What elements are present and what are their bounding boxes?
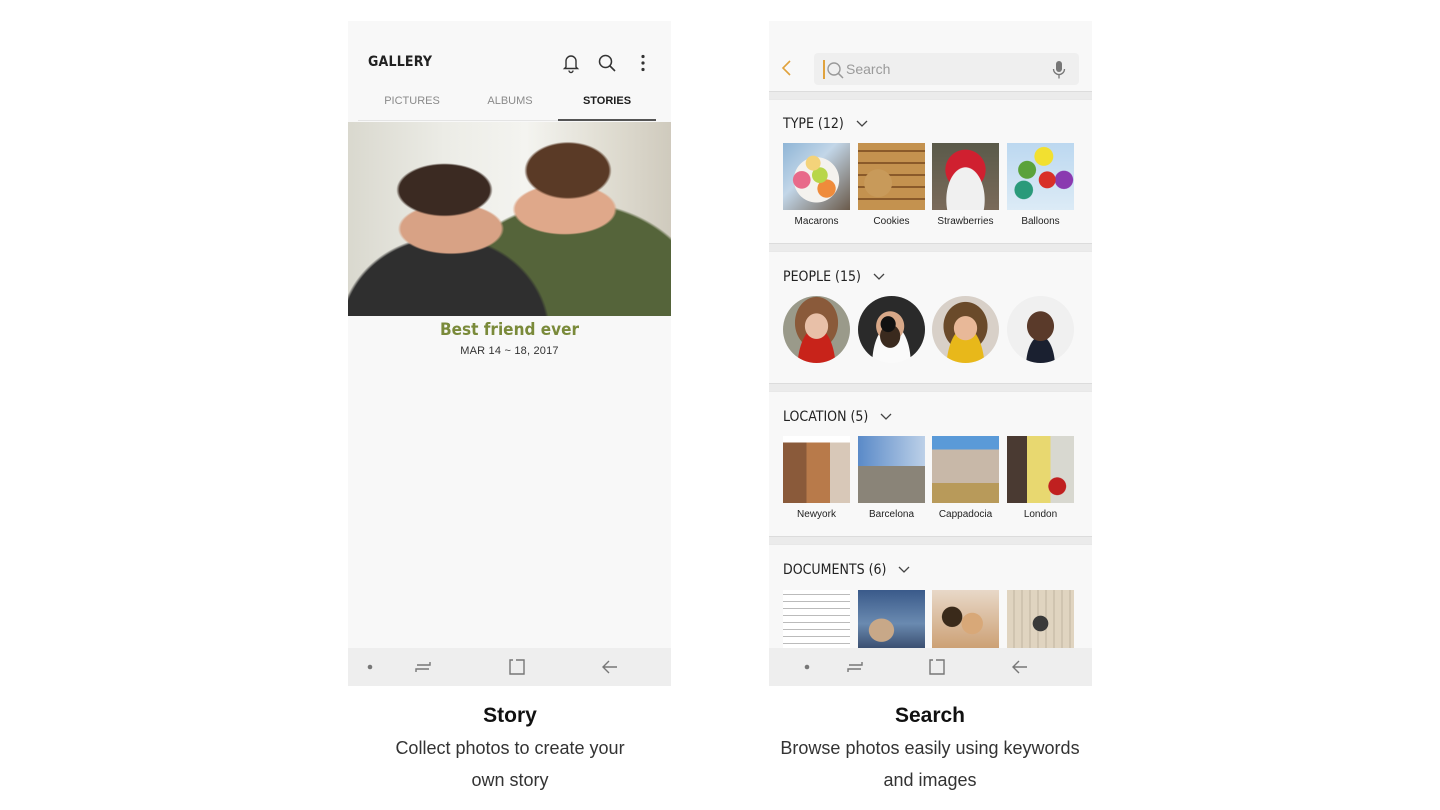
chevron-down-icon[interactable] <box>898 566 910 574</box>
home-icon[interactable] <box>507 657 527 677</box>
dot-icon[interactable] <box>797 657 817 677</box>
search-placeholder: Search <box>846 61 891 77</box>
chevron-down-icon[interactable] <box>856 120 868 128</box>
bell-icon[interactable] <box>560 52 582 74</box>
active-tab-indicator <box>558 119 656 121</box>
thumb-label: Macarons <box>794 216 839 227</box>
search-icon <box>827 62 844 79</box>
thumb-newyork[interactable] <box>783 436 850 503</box>
tab-bar: PICTURES ALBUMS STORIES <box>348 87 671 121</box>
home-icon[interactable] <box>927 657 947 677</box>
thumb-document[interactable] <box>932 590 999 657</box>
story-date: MAR 14 ~ 18, 2017 <box>460 345 559 357</box>
caption-title: Story <box>483 704 537 727</box>
recent-apps-icon[interactable] <box>845 657 865 677</box>
thumb-document[interactable] <box>783 590 850 657</box>
dot-icon[interactable] <box>360 657 380 677</box>
thumb-label: Strawberries <box>937 216 994 227</box>
person-avatar[interactable] <box>783 296 850 363</box>
section-documents-title: DOCUMENTS (6) <box>783 562 887 578</box>
person-avatar[interactable] <box>932 296 999 363</box>
thumb-balloons[interactable] <box>1007 143 1074 210</box>
thumb-document[interactable] <box>858 590 925 657</box>
back-arrow-icon[interactable] <box>779 58 795 78</box>
tab-pictures[interactable]: PICTURES <box>363 95 461 107</box>
caption-title: Search <box>894 704 966 727</box>
search-caption: Search Browse photos easily using keywor… <box>720 704 1140 796</box>
section-divider <box>769 536 1092 545</box>
thumb-cookies[interactable] <box>858 143 925 210</box>
story-screen: GALLERY PICTURES ALBUMS STORIES Best fri… <box>348 21 671 686</box>
nav-bar <box>348 648 671 686</box>
section-people-title: PEOPLE (15) <box>783 269 861 285</box>
tab-albums[interactable]: ALBUMS <box>461 95 559 107</box>
story-title[interactable]: Best friend ever <box>348 320 671 340</box>
thumb-label: London <box>1023 509 1058 520</box>
app-title: GALLERY <box>368 54 433 70</box>
section-type-header[interactable]: TYPE (12) <box>783 116 868 132</box>
section-location-title: LOCATION (5) <box>783 409 869 425</box>
thumb-macarons[interactable] <box>783 143 850 210</box>
section-divider <box>769 243 1092 252</box>
search-screen: Search TYPE (12) Macarons Cookies Strawb… <box>769 21 1092 686</box>
person-avatar[interactable] <box>1007 296 1074 363</box>
section-documents-header[interactable]: DOCUMENTS (6) <box>783 562 910 578</box>
search-icon[interactable] <box>596 52 618 74</box>
recent-apps-icon[interactable] <box>413 657 433 677</box>
section-location-header[interactable]: LOCATION (5) <box>783 409 892 425</box>
thumb-label: Cappadocia <box>938 509 993 520</box>
thumb-label: Barcelona <box>868 509 915 520</box>
caption-line: and images <box>883 770 977 790</box>
section-divider <box>769 91 1092 100</box>
chevron-down-icon[interactable] <box>880 413 892 421</box>
section-type-title: TYPE (12) <box>783 116 844 132</box>
nav-bar <box>769 648 1092 686</box>
more-vert-icon[interactable] <box>632 52 654 74</box>
search-bar-area: Search <box>769 21 1092 91</box>
thumb-london[interactable] <box>1007 436 1074 503</box>
chevron-down-icon[interactable] <box>873 273 885 281</box>
thumb-label: Balloons <box>1021 216 1060 227</box>
thumb-barcelona[interactable] <box>858 436 925 503</box>
thumb-document[interactable] <box>1007 590 1074 657</box>
section-divider <box>769 383 1092 392</box>
caption-line: Collect photos to create your <box>395 738 625 758</box>
story-caption: Story Collect photos to create your own … <box>300 704 720 796</box>
thumb-label: Cookies <box>873 216 910 227</box>
thumb-label: Newyork <box>797 509 836 520</box>
search-input[interactable]: Search <box>814 53 1079 85</box>
person-avatar[interactable] <box>858 296 925 363</box>
back-icon[interactable] <box>600 657 620 677</box>
caption-line: Browse photos easily using keywords <box>780 738 1080 758</box>
tab-divider <box>358 120 558 121</box>
tab-stories[interactable]: STORIES <box>558 95 656 107</box>
microphone-icon[interactable] <box>1050 59 1068 81</box>
section-people-header[interactable]: PEOPLE (15) <box>783 269 885 285</box>
back-icon[interactable] <box>1010 657 1030 677</box>
caption-line: own story <box>471 770 549 790</box>
thumb-cappadocia[interactable] <box>932 436 999 503</box>
thumb-strawberries[interactable] <box>932 143 999 210</box>
story-cover-photo[interactable] <box>348 122 671 316</box>
